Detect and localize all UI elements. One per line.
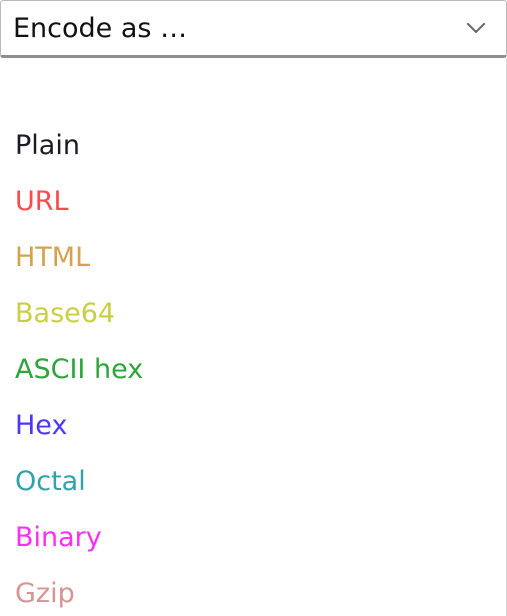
option-gzip[interactable]: Gzip [15, 575, 143, 616]
encode-as-dropdown[interactable]: Encode as … [0, 0, 507, 58]
option-hex[interactable]: Hex [15, 407, 143, 463]
option-label: Gzip [15, 578, 75, 609]
option-binary[interactable]: Binary [15, 519, 143, 575]
option-plain[interactable]: Plain [15, 127, 143, 183]
option-label: Plain [15, 130, 80, 161]
dropdown-label: Encode as … [13, 12, 188, 44]
option-base64[interactable]: Base64 [15, 295, 143, 351]
option-label: URL [15, 186, 69, 217]
option-label: Hex [15, 410, 68, 441]
option-octal[interactable]: Octal [15, 463, 143, 519]
chevron-down-icon [462, 14, 490, 42]
option-ascii-hex[interactable]: ASCII hex [15, 351, 143, 407]
option-label: ASCII hex [15, 354, 144, 385]
encode-selector: Encode as … Plain URL HTML Base64 ASCII … [0, 0, 507, 616]
option-label: HTML [15, 242, 91, 273]
option-label: Octal [15, 466, 86, 497]
option-html[interactable]: HTML [15, 239, 143, 295]
option-label: Base64 [15, 298, 116, 329]
encoding-options-panel: Plain URL HTML Base64 ASCII hex Hex Octa… [0, 58, 507, 616]
encoding-options-list: Plain URL HTML Base64 ASCII hex Hex Octa… [15, 127, 143, 616]
option-label: Binary [15, 522, 102, 553]
option-url[interactable]: URL [15, 183, 143, 239]
